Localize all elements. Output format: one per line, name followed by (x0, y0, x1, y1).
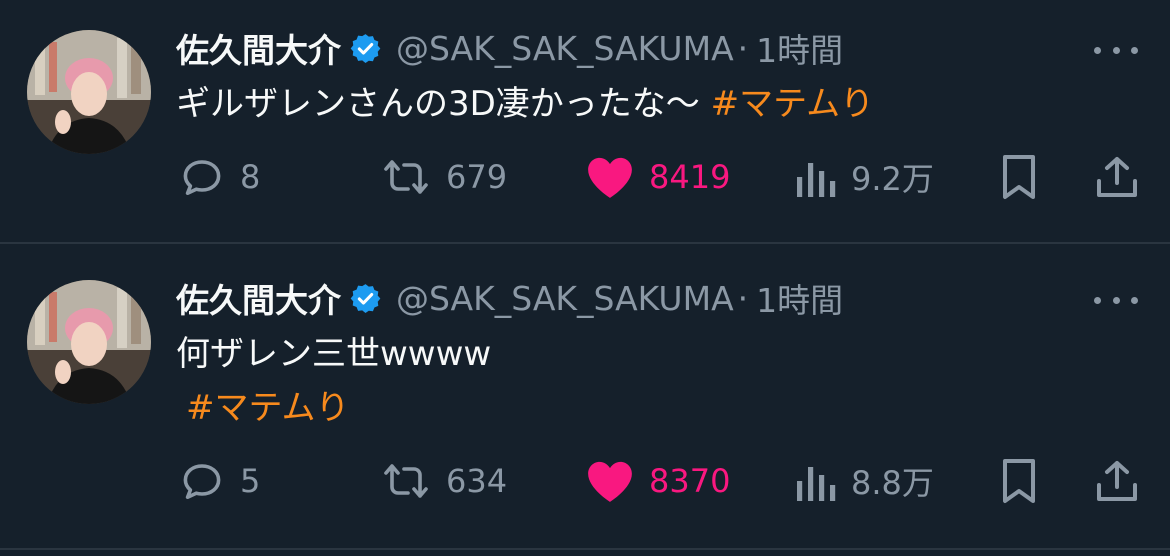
retweet-button[interactable]: 679 (380, 152, 507, 202)
display-name[interactable]: 佐久間大介 (176, 24, 341, 72)
views-button[interactable]: 8.8万 (793, 456, 934, 506)
action-bar: 8 679 8419 9.2万 (0, 152, 1170, 202)
display-name[interactable]: 佐久間大介 (176, 274, 341, 322)
retweet-icon (384, 160, 428, 194)
timestamp[interactable]: 1時間 (756, 274, 843, 322)
reply-count: 5 (240, 462, 261, 500)
views-count: 8.8万 (851, 464, 934, 502)
heart-icon (588, 157, 632, 198)
reply-count: 8 (240, 158, 261, 196)
views-icon (797, 467, 836, 501)
reply-icon (183, 160, 221, 195)
handle[interactable]: @SAK_SAK_SAKUMA (396, 29, 734, 68)
like-button[interactable]: 8419 (585, 152, 730, 202)
retweet-button[interactable]: 634 (380, 456, 507, 506)
retweet-icon (384, 464, 428, 498)
verified-badge-icon (349, 32, 382, 65)
more-icon[interactable] (1094, 290, 1138, 310)
views-count: 9.2万 (851, 160, 934, 198)
timeline: 佐久間大介 @SAK_SAK_SAKUMA · 1時間 ギルザレンさんの3D凄か… (0, 0, 1170, 556)
reply-button[interactable]: 8 (178, 152, 260, 202)
like-count: 8419 (649, 158, 731, 196)
bookmark-icon (1003, 155, 1035, 199)
hashtag-link[interactable]: #マテムり (186, 386, 349, 430)
share-button[interactable] (1093, 152, 1141, 202)
avatar[interactable] (27, 280, 151, 404)
tweet-body: ギルザレンさんの3D凄かったな〜 (176, 84, 711, 124)
tweet-header: 佐久間大介 @SAK_SAK_SAKUMA · 1時間 (176, 24, 843, 72)
reply-button[interactable]: 5 (178, 456, 260, 506)
tweet-header: 佐久間大介 @SAK_SAK_SAKUMA · 1時間 (176, 274, 843, 322)
share-icon (1097, 461, 1137, 501)
like-button[interactable]: 8370 (585, 456, 730, 506)
more-icon[interactable] (1094, 40, 1138, 60)
handle[interactable]: @SAK_SAK_SAKUMA (396, 279, 734, 318)
like-count: 8370 (649, 462, 731, 500)
retweet-count: 634 (446, 462, 508, 500)
bookmark-button[interactable] (997, 152, 1041, 202)
tweet-text: ギルザレンさんの3D凄かったな〜 #マテムり (176, 82, 874, 126)
hashtag-link[interactable]: #マテムり (711, 84, 874, 124)
verified-badge-icon (349, 282, 382, 315)
action-bar: 5 634 8370 8.8万 (0, 456, 1170, 506)
tweet[interactable]: 佐久間大介 @SAK_SAK_SAKUMA · 1時間 ギルザレンさんの3D凄か… (0, 0, 1170, 244)
bookmark-icon (1003, 459, 1035, 503)
share-icon (1097, 157, 1137, 197)
separator-dot: · (737, 28, 749, 68)
retweet-count: 679 (446, 158, 508, 196)
share-button[interactable] (1093, 456, 1141, 506)
heart-icon (588, 461, 632, 502)
separator-dot: · (737, 278, 749, 318)
reply-icon (183, 464, 221, 499)
bookmark-button[interactable] (997, 456, 1041, 506)
tweet-body: 何ザレン三世wwww (176, 334, 492, 374)
views-button[interactable]: 9.2万 (793, 152, 934, 202)
timestamp[interactable]: 1時間 (756, 24, 843, 72)
tweet[interactable]: 佐久間大介 @SAK_SAK_SAKUMA · 1時間 何ザレン三世wwww #… (0, 244, 1170, 548)
views-icon (797, 163, 836, 197)
avatar[interactable] (27, 30, 151, 154)
tweet-divider (0, 548, 1170, 550)
